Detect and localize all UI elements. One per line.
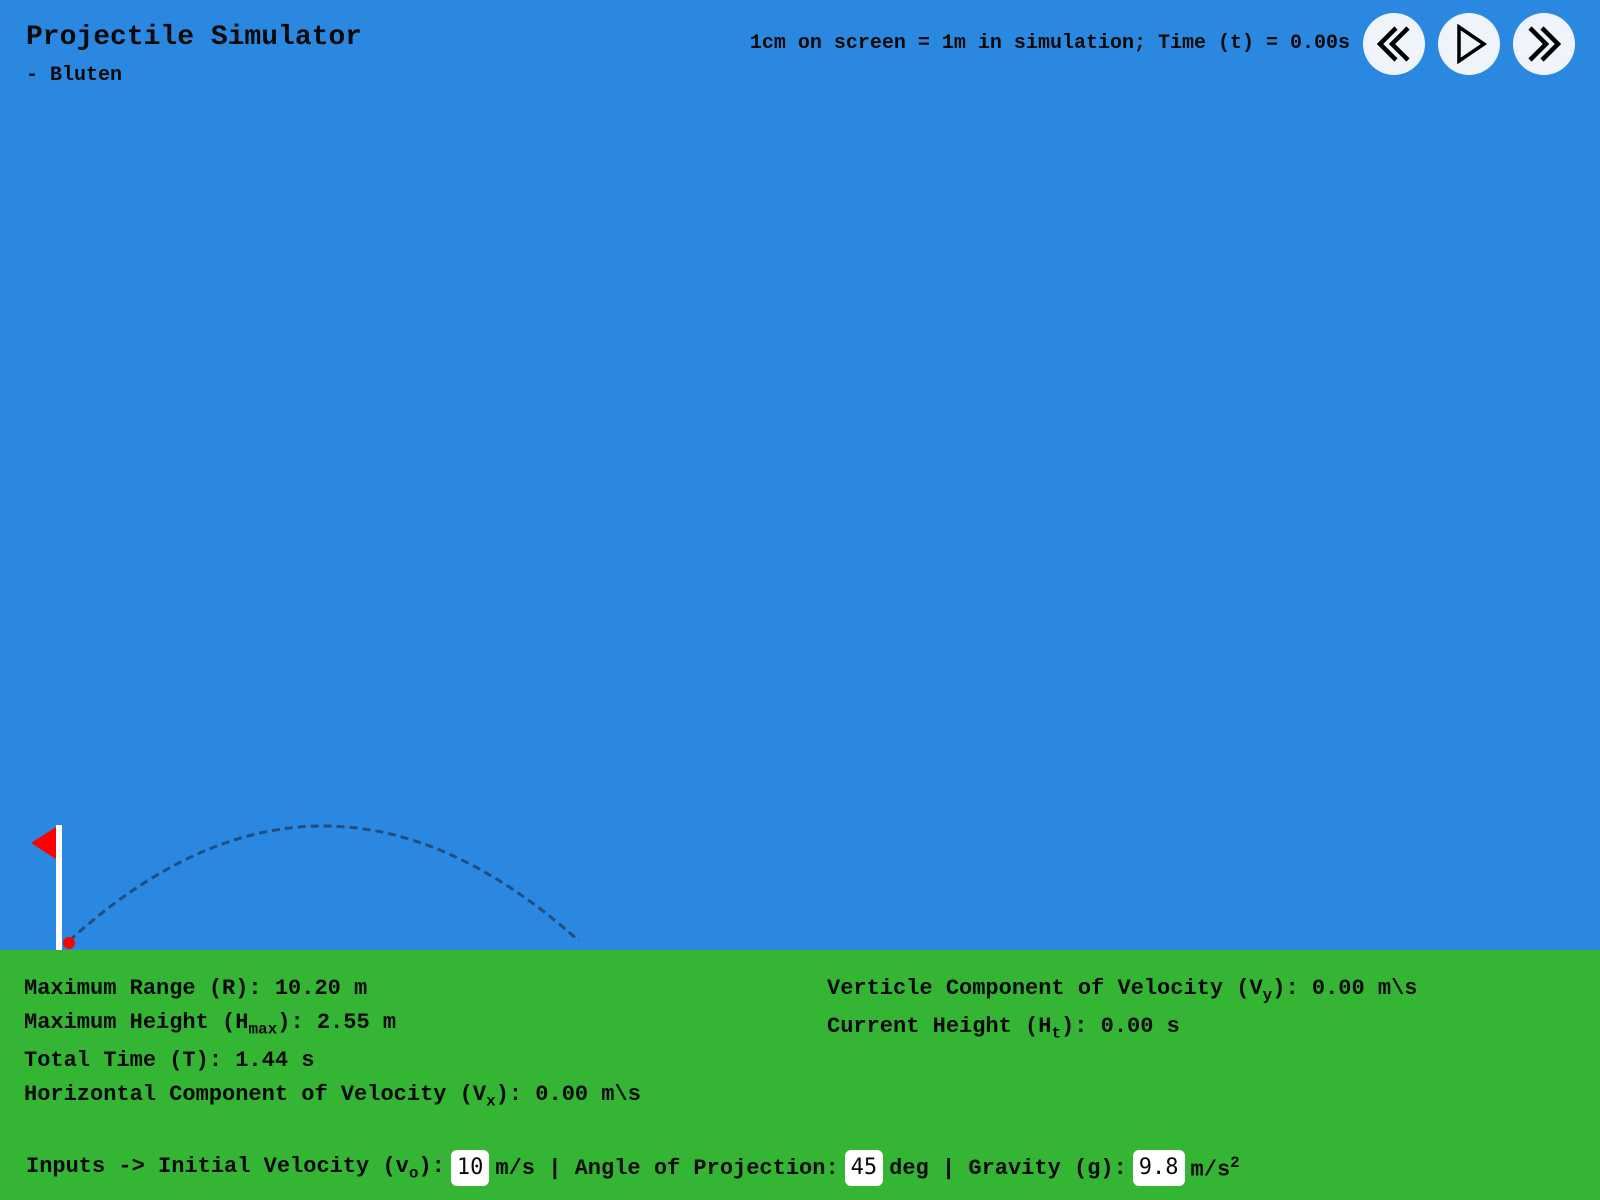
gravity-unit-label: m/s2: [1190, 1153, 1240, 1183]
initial-velocity-input[interactable]: 10: [450, 1150, 490, 1186]
max-range-stat: Maximum Range (R): 10.20 m: [24, 976, 368, 1001]
inputs-row: Inputs -> Initial Velocity (vo): 10 m/s …: [26, 1150, 1240, 1186]
play-button[interactable]: [1438, 13, 1500, 75]
app-title: Projectile Simulator: [26, 22, 363, 53]
max-height-stat: Maximum Height (Hmax): 2.55 m: [24, 1010, 397, 1039]
angle-input[interactable]: 45: [844, 1150, 884, 1186]
projectile: [63, 937, 75, 949]
scale-time-status: 1cm on screen = 1m in simulation; Time (…: [749, 32, 1350, 55]
current-height-stat: Current Height (Ht): 0.00 s: [827, 1014, 1180, 1043]
double-chevron-right-icon: [1528, 26, 1562, 62]
horizontal-velocity-stat: Horizontal Component of Velocity (Vx): 0…: [24, 1082, 641, 1111]
author-credit: - Bluten: [26, 64, 123, 87]
vertical-velocity-stat: Verticle Component of Velocity (Vy): 0.0…: [827, 976, 1418, 1005]
double-chevron-left-icon: [1376, 26, 1410, 62]
ground-panel: Maximum Range (R): 10.20 m Maximum Heigh…: [0, 950, 1600, 1200]
simulation-canvas: [31, 824, 580, 952]
rewind-button[interactable]: [1363, 13, 1425, 75]
velocity-unit-label: m/s | Angle of Projection:: [495, 1155, 839, 1181]
fast-forward-button[interactable]: [1513, 13, 1575, 75]
flag-icon: [31, 827, 56, 859]
gravity-input[interactable]: 9.8: [1132, 1150, 1185, 1186]
inputs-label: Inputs -> Initial Velocity (vo):: [26, 1153, 445, 1183]
trajectory-path: [67, 824, 580, 943]
angle-unit-label: deg | Gravity (g):: [889, 1155, 1127, 1181]
play-icon: [1457, 24, 1488, 64]
total-time-stat: Total Time (T): 1.44 s: [24, 1048, 315, 1073]
launch-pole: [56, 825, 62, 952]
